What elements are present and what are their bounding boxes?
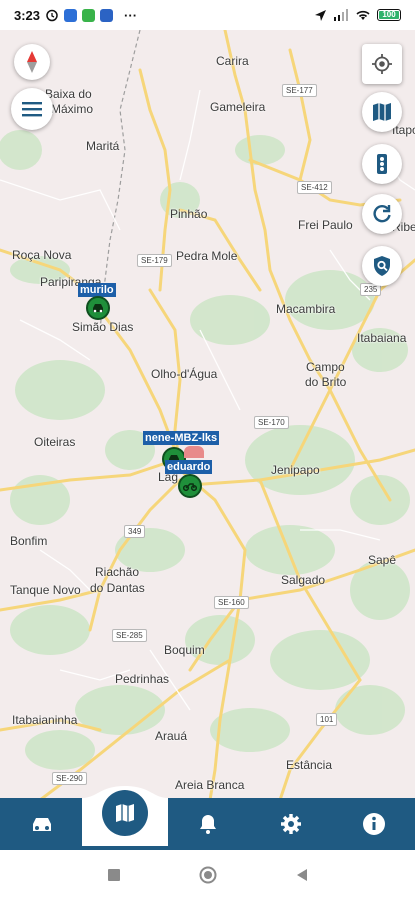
map-icon <box>116 804 134 822</box>
my-location-button[interactable] <box>362 44 402 84</box>
road-shield: SE-160 <box>214 596 249 609</box>
map-view[interactable]: Carira Gameleira Baixa do Máximo Maritá … <box>0 30 415 800</box>
status-time: 3:23 <box>14 7 41 23</box>
hamburger-menu-icon <box>22 102 42 117</box>
place-label: Tanque Novo <box>10 583 81 597</box>
place-label: Bonfim <box>10 534 48 548</box>
my-location-icon <box>372 54 392 74</box>
vehicle-label: eduardo <box>165 460 213 474</box>
road-shield: SE-412 <box>297 181 332 194</box>
place-label: Sapê <box>368 553 397 567</box>
navigation-arrow-icon <box>315 9 326 21</box>
vehicle-marker-alert <box>184 446 204 458</box>
vehicle-marker[interactable] <box>178 474 202 498</box>
place-label: Máximo <box>51 102 94 116</box>
place-label: do Dantas <box>90 581 145 595</box>
place-label: Boquim <box>164 643 205 657</box>
road-shield: 101 <box>316 713 338 726</box>
app-notification-icon <box>64 8 78 22</box>
refresh-button[interactable] <box>362 194 402 234</box>
nav-map[interactable] <box>102 790 148 836</box>
refresh-icon <box>373 204 391 223</box>
place-label: Riachão <box>95 565 140 579</box>
place-label: do Brito <box>305 375 347 389</box>
bottom-navigation <box>0 798 415 850</box>
app-notification-icon <box>100 8 114 22</box>
place-label: Pedrinhas <box>115 672 170 686</box>
place-label: Campo <box>306 360 345 374</box>
alarm-icon <box>46 9 58 22</box>
nav-info[interactable] <box>332 798 415 850</box>
place-label: Areia Branca <box>175 778 245 792</box>
signal-icon <box>334 9 348 21</box>
app-notification-icon <box>82 8 96 22</box>
recent-apps-icon[interactable] <box>107 868 121 882</box>
place-label: Oiteiras <box>34 435 76 449</box>
bell-icon <box>199 815 216 834</box>
place-label: Arauá <box>155 729 188 743</box>
gear-icon <box>280 814 301 834</box>
wifi-icon <box>356 10 370 20</box>
battery-level: 100 <box>382 10 396 19</box>
place-label: Pedra Mole <box>176 249 238 263</box>
place-label: Macambira <box>276 302 336 316</box>
road-shield: SE-290 <box>52 772 87 785</box>
info-icon <box>362 813 385 835</box>
place-label: Roça Nova <box>12 248 72 262</box>
more-notifications: ··· <box>124 7 138 23</box>
traffic-light-icon <box>377 154 387 174</box>
compass-button[interactable] <box>14 44 50 80</box>
nav-notifications[interactable] <box>166 798 249 850</box>
road-shield: SE-177 <box>282 84 317 97</box>
road-shield: SE-285 <box>112 629 147 642</box>
battery-indicator: 100 <box>377 9 401 21</box>
vehicle-label: nene-MBZ-lks <box>143 431 220 445</box>
road-shield: SE-179 <box>137 254 172 267</box>
compass-icon <box>27 51 37 73</box>
place-label: Estância <box>286 758 333 772</box>
place-label: Carira <box>216 54 249 68</box>
nav-vehicles[interactable] <box>0 798 83 850</box>
map-layers-icon <box>373 103 391 121</box>
back-icon[interactable] <box>295 868 309 882</box>
vehicle-marker[interactable] <box>86 296 110 320</box>
place-label: Itabaiana <box>357 331 407 345</box>
place-label: Frei Paulo <box>298 218 353 232</box>
search-vehicle-button[interactable] <box>362 246 402 286</box>
map-base-layer <box>0 30 415 800</box>
menu-button[interactable] <box>11 88 53 130</box>
car-icon <box>32 818 51 831</box>
motorcycle-icon <box>183 483 197 491</box>
place-label: Gameleira <box>210 100 266 114</box>
place-label: Jenipapo <box>271 463 320 477</box>
place-label: Simão Dias <box>72 320 134 334</box>
car-icon <box>93 304 103 313</box>
place-label: Maritá <box>86 139 120 153</box>
place-label: Pinhão <box>170 207 208 221</box>
nav-settings[interactable] <box>249 798 332 850</box>
place-label: Olho-d'Água <box>151 367 218 381</box>
place-label: Baixa do <box>45 87 92 101</box>
road-shield: SE-170 <box>254 416 289 429</box>
place-label: Salgado <box>281 573 326 587</box>
system-navigation-bar <box>0 850 415 900</box>
status-bar: 3:23 ··· 100 <box>0 0 415 30</box>
app-root: 3:23 ··· 100 Carira Gameleira Baixa do M… <box>0 0 415 900</box>
search-vehicle-icon <box>374 256 390 276</box>
road-shield: 349 <box>124 525 146 538</box>
place-label: Itabaianinha <box>12 713 78 727</box>
vehicle-label: murilo <box>78 283 116 297</box>
home-icon[interactable] <box>199 866 217 884</box>
traffic-button[interactable] <box>362 144 402 184</box>
map-layers-button[interactable] <box>362 92 402 132</box>
